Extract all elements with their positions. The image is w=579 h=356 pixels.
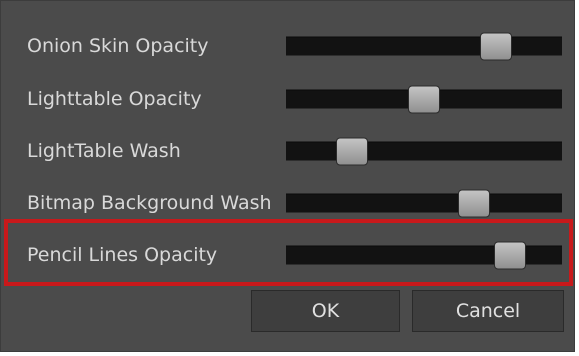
- lighttable-opacity-slider[interactable]: [286, 85, 562, 114]
- bitmap-background-wash-slider-thumb[interactable]: [457, 189, 490, 218]
- preferences-dialog: Onion Skin Opacity Lighttable Opacity Li…: [0, 0, 575, 352]
- lighttable-wash-row: LightTable Wash: [1, 127, 574, 175]
- lighttable-opacity-row: Lighttable Opacity: [1, 75, 574, 123]
- lighttable-wash-label: LightTable Wash: [27, 140, 181, 162]
- lighttable-opacity-label: Lighttable Opacity: [27, 88, 202, 110]
- highlight-box: [4, 219, 573, 286]
- onion-skin-opacity-row: Onion Skin Opacity: [1, 22, 574, 70]
- bitmap-background-wash-slider[interactable]: [286, 189, 562, 218]
- onion-skin-opacity-slider-thumb[interactable]: [479, 32, 512, 61]
- onion-skin-opacity-slider[interactable]: [286, 32, 562, 61]
- ok-button[interactable]: OK: [251, 290, 400, 332]
- lighttable-wash-slider-thumb[interactable]: [336, 137, 369, 166]
- lighttable-wash-slider[interactable]: [286, 137, 562, 166]
- lighttable-opacity-slider-thumb[interactable]: [408, 85, 440, 114]
- bitmap-background-wash-label: Bitmap Background Wash: [27, 192, 272, 214]
- onion-skin-opacity-label: Onion Skin Opacity: [27, 35, 209, 57]
- cancel-button[interactable]: Cancel: [412, 290, 564, 332]
